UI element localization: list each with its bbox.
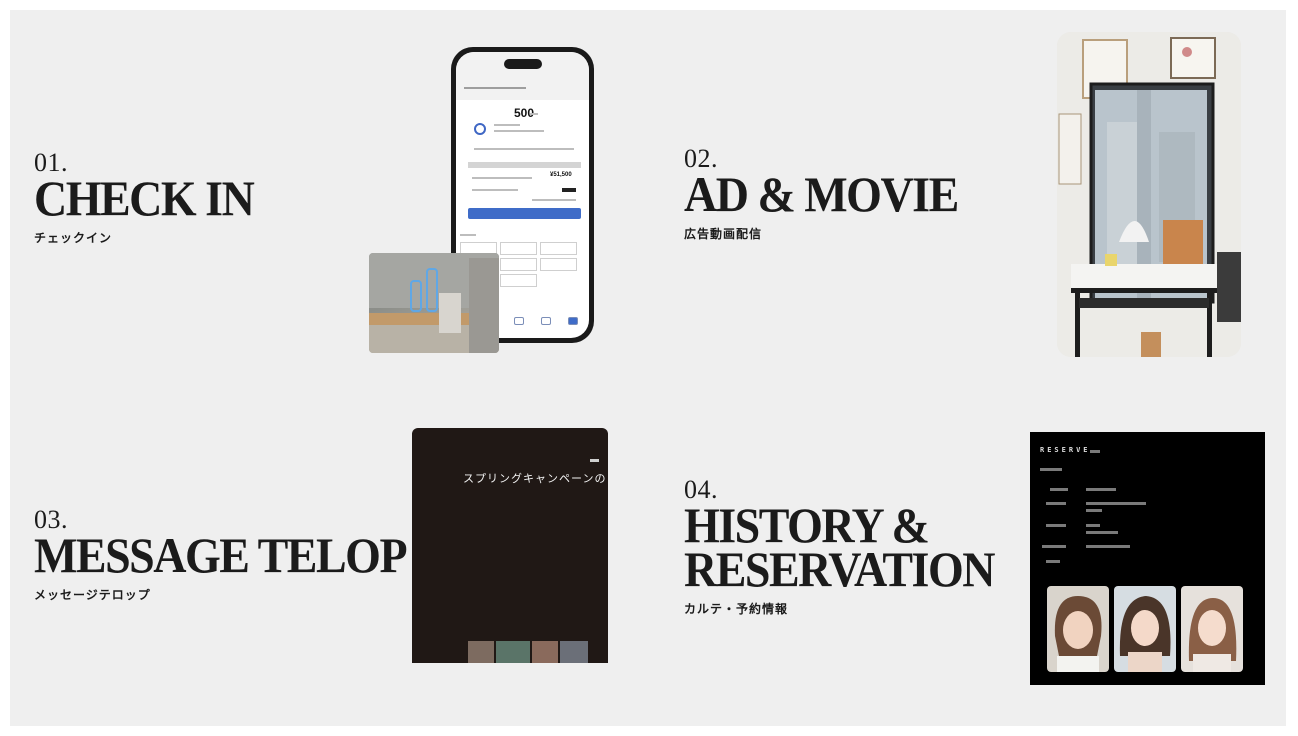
- feature-history-reservation: 04. HISTORY & RESERVATION カルテ・予約情報: [684, 477, 995, 617]
- telop-screen: スプリングキャンペーンの: [412, 428, 608, 663]
- reserve-row-value: [1086, 488, 1116, 491]
- progress-bar: [468, 162, 581, 168]
- feature-subtitle: チェックイン: [34, 231, 113, 245]
- feature-title: AD & MOVIE: [684, 166, 959, 222]
- feature-subtitle: 広告動画配信: [684, 227, 763, 241]
- salon-scene: [1057, 32, 1241, 357]
- menu-price-label: [472, 177, 532, 179]
- notice-text: [474, 148, 574, 150]
- reserve-row-label: [1050, 488, 1068, 491]
- tab-account-icon[interactable]: [568, 317, 578, 325]
- reserve-title: RESERVE: [1040, 446, 1091, 454]
- menu-price-value: ¥51,500: [550, 172, 572, 178]
- menu-cell[interactable]: [540, 258, 577, 271]
- portrait-photo: [1047, 586, 1109, 672]
- dynamic-island: [504, 59, 542, 69]
- feature-ad-movie: 02. AD & MOVIE 広告動画配信: [684, 146, 959, 242]
- portrait-1: [1047, 586, 1109, 672]
- feature-title: CHECK IN: [34, 170, 255, 226]
- reserve-row-value: [1086, 531, 1118, 534]
- phone-header-text: [464, 87, 526, 89]
- telop-thumbnails: [468, 641, 588, 663]
- wait-note: [532, 199, 576, 201]
- checkin-photo: [369, 253, 499, 353]
- shop-address-text: [494, 130, 544, 132]
- feature-title-line2: RESERVATION: [684, 541, 995, 597]
- feature-message-telop: 03. MESSAGE TELOP メッセージテロップ: [34, 507, 408, 603]
- points-card: 500 ¥51,500: [464, 100, 581, 224]
- menu-cell[interactable]: [500, 242, 537, 255]
- menu-cell[interactable]: [500, 258, 537, 271]
- checkin-photo-scene: [369, 253, 499, 353]
- shop-name-text: [494, 124, 520, 126]
- reserve-row-label: [1042, 545, 1066, 548]
- feature-subtitle: カルテ・予約情報: [684, 602, 789, 616]
- wait-label: [472, 189, 518, 191]
- reserve-row-label: [1046, 524, 1066, 527]
- reservation-screen: RESERVE: [1030, 432, 1265, 685]
- reserve-title-suffix: [1090, 450, 1100, 453]
- feature-subtitle: メッセージテロップ: [34, 588, 151, 602]
- portrait-2: [1114, 586, 1176, 672]
- menu-cell[interactable]: [540, 242, 577, 255]
- menu-cell[interactable]: [500, 274, 537, 287]
- telop-message: スプリングキャンペーンの: [463, 472, 607, 485]
- reserve-row-value: [1086, 502, 1146, 505]
- reserve-date-label: [1040, 468, 1062, 471]
- reserve-row-value: [1086, 524, 1100, 527]
- points-unit: [530, 113, 538, 115]
- feature-title: MESSAGE TELOP: [34, 527, 408, 583]
- portrait-photo: [1114, 586, 1176, 672]
- menu-section-label: [460, 234, 476, 236]
- tab-history-icon[interactable]: [514, 317, 524, 325]
- shop-logo-icon: [474, 123, 486, 135]
- reserve-row-label: [1046, 502, 1066, 505]
- salon-mirror-photo: [1057, 32, 1241, 357]
- wait-value: [562, 188, 576, 192]
- tab-reserve-icon[interactable]: [541, 317, 551, 325]
- portrait-3: [1181, 586, 1243, 672]
- reserve-row-value: [1086, 545, 1130, 548]
- checkin-button[interactable]: [468, 208, 581, 219]
- reserve-row-value: [1086, 509, 1102, 512]
- reserve-row-label: [1046, 560, 1060, 563]
- feature-check-in: 01. CHECK IN チェックイン: [34, 150, 255, 246]
- portrait-photo: [1181, 586, 1243, 672]
- telop-corner-label: [590, 459, 599, 462]
